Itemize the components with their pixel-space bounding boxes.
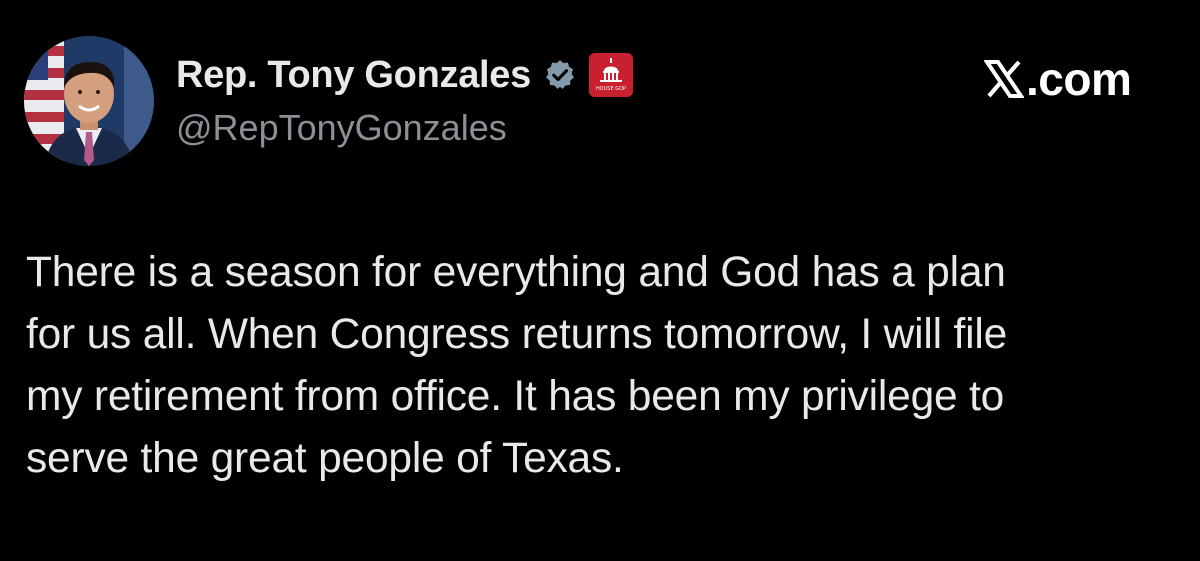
avatar[interactable] bbox=[24, 36, 154, 166]
author-display-name[interactable]: Rep. Tony Gonzales bbox=[176, 52, 531, 98]
avatar-photo bbox=[24, 36, 154, 166]
affiliation-badge-text: HOUSE GOP bbox=[596, 86, 626, 92]
house-gop-capitol-icon[interactable]: HOUSE GOP bbox=[588, 53, 633, 97]
verified-badge-icon[interactable] bbox=[543, 58, 577, 92]
author-name-row: Rep. Tony Gonzales HOUSE GOP bbox=[176, 52, 633, 98]
x-logo-icon bbox=[983, 56, 1025, 102]
source-logo: .com bbox=[983, 53, 1132, 105]
tweet-text: There is a season for everything and God… bbox=[26, 249, 1008, 482]
source-site-label: .com bbox=[1026, 53, 1132, 105]
tweet-card: Rep. Tony Gonzales HOUSE GOP @RepTonyGon… bbox=[0, 0, 1200, 561]
author-handle[interactable]: @RepTonyGonzales bbox=[176, 106, 507, 150]
